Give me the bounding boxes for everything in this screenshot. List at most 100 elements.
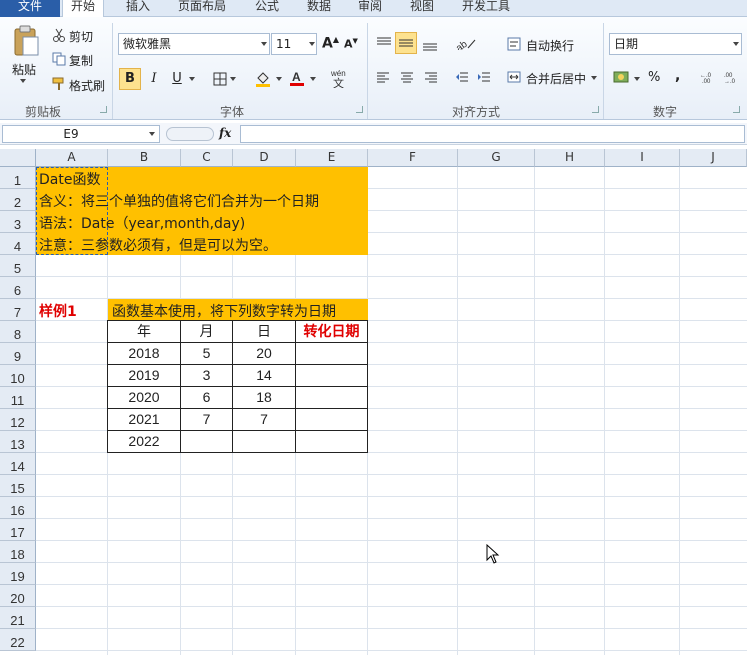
number-format-dropdown-icon[interactable] — [733, 42, 739, 46]
merge-center-icon[interactable] — [507, 71, 521, 83]
row-header-4[interactable]: 4 — [0, 233, 36, 255]
tab-insert[interactable]: 插入 — [126, 0, 150, 17]
decrease-indent-icon[interactable] — [455, 71, 469, 83]
info-note[interactable]: 注意：三参数必须有，但是可以为空。 — [39, 235, 277, 255]
font-size-dropdown-icon[interactable] — [309, 42, 315, 46]
row-header-1[interactable]: 1 — [0, 167, 36, 189]
table-cell[interactable]: 3 — [181, 365, 233, 387]
borders-icon[interactable] — [213, 72, 227, 86]
row-header-17[interactable]: 17 — [0, 519, 36, 541]
column-header-f[interactable]: F — [368, 149, 458, 167]
copy-icon[interactable] — [52, 52, 66, 66]
tab-view[interactable]: 视图 — [410, 0, 434, 17]
wrap-text-icon[interactable] — [507, 37, 521, 51]
italic-button[interactable]: I — [143, 68, 165, 90]
table-cell[interactable] — [181, 431, 233, 453]
row-header-13[interactable]: 13 — [0, 431, 36, 453]
align-top-icon[interactable] — [376, 36, 392, 48]
underline-button[interactable]: U — [166, 68, 188, 90]
wrap-text-button[interactable]: 自动换行 — [526, 37, 574, 54]
table-cell[interactable] — [233, 431, 296, 453]
converted-date-cell[interactable] — [296, 431, 368, 453]
font-name-dropdown-icon[interactable] — [261, 42, 267, 46]
grow-font-icon[interactable]: A▲ — [322, 35, 339, 52]
comma-style-button[interactable]: , — [675, 68, 680, 84]
tab-review[interactable]: 审阅 — [358, 0, 382, 17]
row-header-20[interactable]: 20 — [0, 585, 36, 607]
converted-date-cell[interactable] — [296, 409, 368, 431]
column-header-b[interactable]: B — [108, 149, 181, 167]
formula-input[interactable] — [240, 125, 745, 143]
align-bottom-icon[interactable] — [422, 39, 438, 51]
fill-color-icon[interactable] — [255, 70, 271, 88]
row-header-19[interactable]: 19 — [0, 563, 36, 585]
format-painter-button[interactable]: 格式刷 — [69, 77, 105, 94]
row-header-12[interactable]: 12 — [0, 409, 36, 431]
tab-file[interactable]: 文件 — [0, 0, 60, 17]
percent-style-button[interactable]: % — [648, 70, 660, 85]
tab-page-layout[interactable]: 页面布局 — [178, 0, 226, 17]
example-label[interactable]: 样例1 — [39, 301, 77, 321]
table-cell[interactable]: 2020 — [108, 387, 181, 409]
table-header-cell[interactable]: 年 — [108, 321, 181, 343]
font-name-select[interactable]: 微软雅黑 — [118, 33, 270, 55]
shrink-font-icon[interactable]: A▼ — [344, 37, 358, 51]
orientation-icon[interactable]: ab — [454, 36, 477, 54]
row-header-16[interactable]: 16 — [0, 497, 36, 519]
align-right-icon[interactable] — [424, 71, 438, 83]
row-header-8[interactable]: 8 — [0, 321, 36, 343]
table-header-cell[interactable]: 月 — [181, 321, 233, 343]
row-header-14[interactable]: 14 — [0, 453, 36, 475]
column-header-j[interactable]: J — [680, 149, 747, 167]
column-header-g[interactable]: G — [458, 149, 535, 167]
merge-center-button[interactable]: 合并后居中 — [526, 70, 586, 87]
row-header-7[interactable]: 7 — [0, 299, 36, 321]
converted-date-cell[interactable] — [296, 343, 368, 365]
paste-button[interactable]: 粘贴 — [12, 61, 36, 78]
table-cell[interactable]: 2018 — [108, 343, 181, 365]
merge-dropdown-icon[interactable] — [591, 76, 597, 80]
table-header-cell[interactable]: 转化日期 — [296, 321, 368, 343]
example-title[interactable]: 函数基本使用，将下列数字转为日期 — [112, 301, 336, 321]
row-header-6[interactable]: 6 — [0, 277, 36, 299]
increase-indent-icon[interactable] — [477, 71, 491, 83]
accounting-format-icon[interactable] — [613, 70, 631, 84]
bold-button[interactable]: B — [119, 68, 141, 90]
accounting-dropdown-icon[interactable] — [634, 77, 640, 81]
number-format-select[interactable]: 日期 — [609, 33, 742, 55]
select-all-corner[interactable] — [0, 149, 36, 167]
info-meaning[interactable]: 含义：将三个单独的值将它们合并为一个日期 — [39, 191, 319, 211]
row-header-2[interactable]: 2 — [0, 189, 36, 211]
clipboard-launcher-icon[interactable] — [100, 106, 107, 113]
table-cell[interactable]: 6 — [181, 387, 233, 409]
table-cell[interactable]: 2021 — [108, 409, 181, 431]
row-header-3[interactable]: 3 — [0, 211, 36, 233]
column-header-i[interactable]: I — [605, 149, 680, 167]
table-cell[interactable]: 7 — [233, 409, 296, 431]
tab-home[interactable]: 开始 — [62, 0, 105, 17]
table-cell[interactable]: 2022 — [108, 431, 181, 453]
row-header-18[interactable]: 18 — [0, 541, 36, 563]
borders-dropdown-icon[interactable] — [230, 77, 236, 81]
align-left-icon[interactable] — [376, 71, 390, 83]
font-launcher-icon[interactable] — [356, 106, 363, 113]
font-color-dropdown-icon[interactable] — [310, 77, 316, 81]
column-header-c[interactable]: C — [181, 149, 233, 167]
converted-date-cell[interactable] — [296, 387, 368, 409]
row-header-5[interactable]: 5 — [0, 255, 36, 277]
underline-dropdown-icon[interactable] — [189, 77, 195, 81]
row-header-22[interactable]: 22 — [0, 629, 36, 651]
formula-bar-resizer[interactable] — [166, 127, 214, 141]
tab-formulas[interactable]: 公式 — [255, 0, 279, 17]
align-middle-button[interactable] — [395, 32, 417, 54]
copy-button[interactable]: 复制 — [69, 52, 93, 69]
table-header-cell[interactable]: 日 — [233, 321, 296, 343]
cut-button[interactable]: 剪切 — [69, 28, 93, 45]
info-title[interactable]: Date函数 — [39, 169, 100, 189]
name-box[interactable]: E9 — [2, 125, 160, 143]
font-color-icon[interactable]: A — [289, 69, 305, 87]
increase-decimal-icon[interactable]: ←.0.00 — [700, 71, 718, 85]
converted-date-cell[interactable] — [296, 365, 368, 387]
number-launcher-icon[interactable] — [733, 106, 740, 113]
row-header-9[interactable]: 9 — [0, 343, 36, 365]
